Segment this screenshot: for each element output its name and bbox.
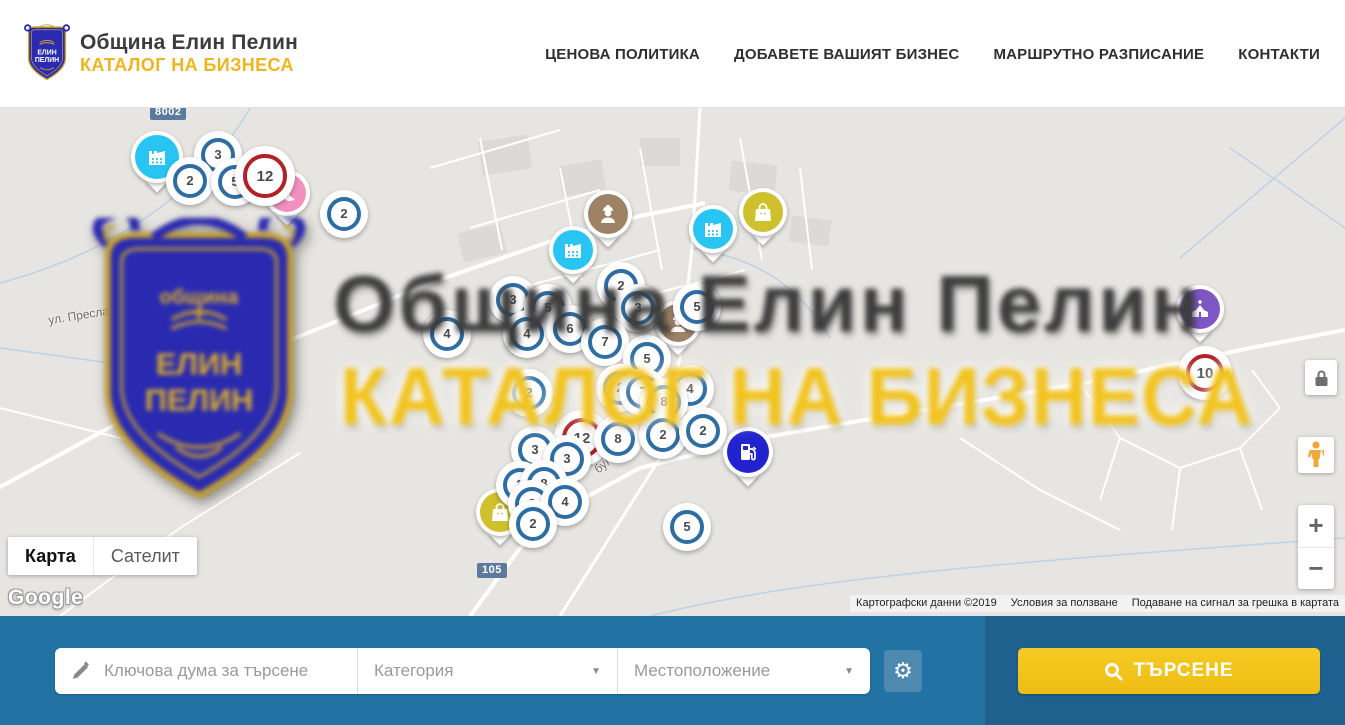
- cluster-count: 7: [588, 325, 623, 360]
- lock-button[interactable]: [1305, 360, 1337, 395]
- cluster-count: 5: [670, 510, 705, 545]
- fuel-icon: [727, 431, 769, 473]
- map-cluster-marker[interactable]: 2: [320, 190, 368, 238]
- cluster-count: 3: [621, 291, 656, 326]
- map-cluster-marker[interactable]: 4: [423, 310, 471, 358]
- map-pin-marker[interactable]: [1176, 285, 1224, 333]
- cluster-count: 2: [646, 418, 681, 453]
- map-cluster-marker[interactable]: 2: [166, 157, 214, 205]
- cluster-count: 2: [516, 507, 551, 542]
- location-select-value: Местоположение: [634, 661, 770, 681]
- gear-icon: ⚙: [893, 658, 913, 684]
- municipality-logo-icon: ЕЛИН ПЕЛИН: [24, 24, 70, 82]
- pencil-icon: [71, 661, 91, 681]
- cluster-count: 8: [601, 422, 636, 457]
- chevron-down-icon: ▼: [844, 666, 854, 677]
- search-button-label: ТЪРСЕНЕ: [1133, 660, 1233, 682]
- cluster-count: 2: [512, 376, 547, 411]
- location-select[interactable]: Местоположение ▼: [617, 648, 870, 694]
- site-title: Община Елин Пелин: [80, 31, 298, 55]
- factory-icon: [693, 209, 733, 249]
- search-action-panel: ТЪРСЕНЕ: [985, 616, 1345, 725]
- map-pin-marker[interactable]: [739, 188, 787, 236]
- search-bar: ТЪРСЕНЕ Категория ▼ Местоположение ▼ ⚙: [0, 616, 1345, 725]
- keyword-input[interactable]: [104, 661, 341, 681]
- keyword-section: [55, 648, 357, 694]
- bag-icon: [743, 192, 783, 232]
- advanced-options-button[interactable]: ⚙: [884, 650, 922, 692]
- road-shield: 8002: [150, 108, 186, 120]
- header: ЕЛИН ПЕЛИН Община Елин Пелин КАТАЛОГ НА …: [0, 0, 1345, 108]
- nav-item-0[interactable]: ЦЕНОВА ПОЛИТИКА: [545, 46, 700, 63]
- nav-item-2[interactable]: МАРШРУТНО РАЗПИСАНИЕ: [993, 46, 1204, 63]
- map-cluster-marker[interactable]: 2: [679, 407, 727, 455]
- category-select[interactable]: Категория ▼: [357, 648, 617, 694]
- search-button[interactable]: ТЪРСЕНЕ: [1018, 648, 1320, 694]
- google-logo[interactable]: Google: [8, 586, 83, 610]
- cluster-count: 12: [243, 154, 286, 197]
- attribution-report-link[interactable]: Подаване на сигнал за грешка в картата: [1132, 597, 1339, 609]
- cluster-count: 10: [1186, 354, 1225, 393]
- logo-link[interactable]: ЕЛИН ПЕЛИН Община Елин Пелин КАТАЛОГ НА …: [24, 24, 298, 82]
- attribution-terms-link[interactable]: Условия за ползване: [1011, 597, 1118, 609]
- map-attribution: Картографски данни ©2019 Условия за полз…: [850, 595, 1345, 612]
- category-select-value: Категория: [374, 661, 453, 681]
- main-nav: ЦЕНОВА ПОЛИТИКА ДОБАВЕТЕ ВАШИЯТ БИЗНЕС МАР…: [545, 0, 1320, 108]
- lock-icon: [1314, 369, 1329, 387]
- logo-name-top: ЕЛИН: [37, 50, 56, 57]
- cluster-count: 4: [510, 317, 545, 352]
- map-type-map-button[interactable]: Карта: [8, 537, 93, 575]
- map-cluster-marker[interactable]: 12: [235, 146, 295, 206]
- cluster-count: 2: [327, 197, 362, 232]
- pegman-button[interactable]: [1298, 437, 1334, 473]
- map-cluster-marker[interactable]: 2: [505, 369, 553, 417]
- cluster-count: 2: [173, 164, 208, 199]
- factory-icon: [553, 230, 593, 270]
- search-icon: [1104, 662, 1123, 681]
- map-cluster-marker[interactable]: 10: [1178, 346, 1232, 400]
- map-cluster-marker[interactable]: 4: [503, 310, 551, 358]
- nav-item-3[interactable]: КОНТАКТИ: [1238, 46, 1320, 63]
- map-cluster-marker[interactable]: 7: [581, 318, 629, 366]
- map-pin-marker[interactable]: [689, 205, 737, 253]
- map-cluster-marker[interactable]: 8: [594, 415, 642, 463]
- zoom-in-button[interactable]: +: [1298, 505, 1334, 548]
- site-subtitle: КАТАЛОГ НА БИЗНЕСА: [80, 55, 298, 76]
- map-type-satellite-button[interactable]: Сателит: [93, 537, 197, 575]
- church-icon: [1180, 289, 1220, 329]
- map-canvas[interactable]: 8002105 ул. Преславбул. „Новосел 3251222…: [0, 108, 1345, 616]
- road-shield: 105: [477, 563, 507, 578]
- cluster-count: 2: [686, 414, 721, 449]
- map-pin-marker[interactable]: [723, 427, 773, 477]
- map-type-control: Карта Сателит: [8, 537, 197, 575]
- pegman-icon: [1308, 441, 1324, 469]
- search-fields: Категория ▼ Местоположение ▼: [55, 648, 870, 694]
- nav-item-1[interactable]: ДОБАВЕТЕ ВАШИЯТ БИЗНЕС: [734, 46, 959, 63]
- zoom-out-button[interactable]: −: [1298, 548, 1334, 590]
- attribution-data: Картографски данни ©2019: [856, 597, 997, 609]
- map-pin-marker[interactable]: [549, 226, 597, 274]
- cluster-count: 5: [680, 290, 715, 325]
- cluster-count: 4: [430, 317, 465, 352]
- zoom-control: + −: [1298, 505, 1334, 589]
- map-cluster-marker[interactable]: 5: [673, 283, 721, 331]
- logo-name-bottom: ПЕЛИН: [35, 57, 59, 64]
- map-cluster-marker[interactable]: 5: [663, 503, 711, 551]
- chevron-down-icon: ▼: [591, 666, 601, 677]
- map-cluster-marker[interactable]: 2: [509, 500, 557, 548]
